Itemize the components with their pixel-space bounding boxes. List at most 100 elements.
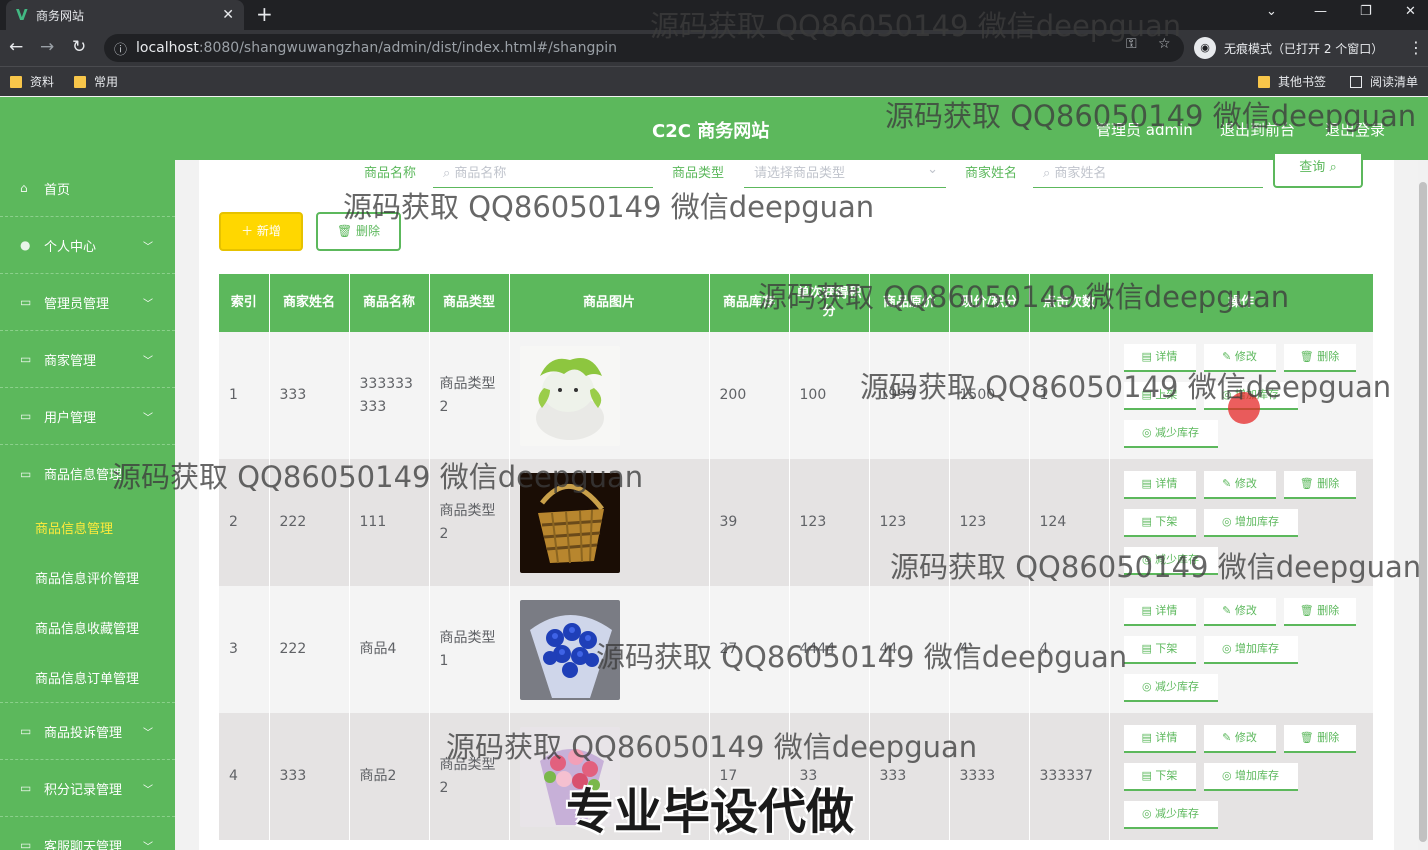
sidebar-item-sellers[interactable]: ▭ 商家管理 ﹀ [0, 331, 175, 388]
detail-button[interactable]: ▤ 详情 [1123, 343, 1196, 372]
cell-seller: 222 [269, 586, 350, 713]
increase-stock-button[interactable]: ◎ 增加库存 [1203, 508, 1298, 537]
sidebar-item-personal[interactable]: ● 个人中心 ﹀ [0, 217, 175, 274]
delete-button[interactable]: 🗑 删除 [1283, 343, 1356, 372]
menu-icon: ▭ [20, 295, 32, 309]
page-scrollbar[interactable] [1418, 160, 1428, 850]
product-image [519, 599, 620, 700]
table-row[interactable]: 3 222 商品4 商品类型1 27 4444 44 4 4 ▤ 详情 ✎ 修改 🗑 删除 ▤ 下架 ◎ … [219, 586, 1374, 713]
bookmark-folder-ziliao[interactable]: 资料 [10, 73, 54, 90]
submenu-product-info[interactable]: 商品信息管理 [0, 502, 175, 552]
edit-button[interactable]: ✎ 修改 [1203, 470, 1276, 499]
cell-type: 商品类型2 [429, 332, 510, 459]
search-seller-input[interactable]: ⌕ 商家姓名 [1033, 160, 1263, 188]
close-tab-icon[interactable]: ✕ [222, 7, 234, 23]
sidebar-item-users[interactable]: ▭ 用户管理 ﹀ [0, 388, 175, 445]
detail-button[interactable]: ▤ 详情 [1123, 470, 1196, 499]
cell-orig-price: 44 [869, 586, 950, 713]
col-type[interactable]: 商品类型 [429, 274, 510, 332]
col-image[interactable]: 商品图片 [509, 274, 710, 332]
edit-button[interactable]: ✎ 修改 [1203, 597, 1276, 626]
query-button[interactable]: 查询 ⌕ [1273, 154, 1363, 188]
reading-list[interactable]: 阅读清单 [1350, 73, 1418, 90]
cell-price: 3333 [949, 713, 1030, 840]
search-type-select[interactable]: 请选择商品类型 ⌄ [744, 160, 946, 188]
site-info-icon[interactable]: ⓘ [114, 39, 136, 58]
search-name-label: 商品名称 [364, 166, 417, 181]
toggle-listing-button[interactable]: ▤ 下架 [1123, 762, 1196, 791]
edit-button[interactable]: ✎ 修改 [1203, 724, 1276, 753]
batch-delete-button[interactable]: 🗑 删除 [316, 212, 401, 251]
detail-button[interactable]: ▤ 详情 [1123, 597, 1196, 626]
delete-button[interactable]: 🗑 删除 [1283, 597, 1356, 626]
sidebar-item-complaints[interactable]: ▭ 商品投诉管理 ﹀ [0, 703, 175, 760]
col-stock[interactable]: 商品库存 [709, 274, 790, 332]
cell-price: 1500 [949, 332, 1030, 459]
menu-icon: ▭ [20, 352, 32, 366]
submenu-product-reviews[interactable]: 商品信息评价管理 [0, 552, 175, 602]
col-seller[interactable]: 商家姓名 [269, 274, 350, 332]
forward-icon[interactable]: → [40, 37, 54, 57]
col-name[interactable]: 商品名称 [349, 274, 430, 332]
col-actions: 操作 [1109, 274, 1374, 332]
decrease-stock-button[interactable]: ◎ 减少库存 [1123, 800, 1218, 829]
edit-button[interactable]: ✎ 修改 [1203, 343, 1276, 372]
restore-icon[interactable]: ❐ [1360, 4, 1372, 19]
folder-icon [10, 75, 22, 88]
col-orig-price[interactable]: 商品原价 [869, 274, 950, 332]
exit-to-front-link[interactable]: 退出到前台 [1220, 119, 1295, 140]
url-bar[interactable]: ⓘ localhost:8080/shangwuwangzhan/admin/d… [104, 34, 1184, 62]
cell-image [509, 459, 710, 586]
toggle-listing-button[interactable]: ▤ 下架 [1123, 508, 1196, 537]
incognito-indicator[interactable]: ◉ 无痕模式（已打开 2 个窗口） [1194, 34, 1383, 62]
increase-stock-button[interactable]: ◎ 增加库存 [1203, 762, 1298, 791]
search-name-input[interactable]: ⌕ 商品名称 [433, 160, 653, 188]
decrease-stock-button[interactable]: ◎ 减少库存 [1123, 419, 1218, 448]
key-icon[interactable]: ⚿ [1126, 36, 1137, 52]
sidebar-item-products[interactable]: ▭ 商品信息管理 [0, 445, 175, 502]
delete-button[interactable]: 🗑 删除 [1283, 724, 1356, 753]
col-index[interactable]: 索引 [219, 274, 270, 332]
table-row[interactable]: 2 222 111 商品类型2 39 123 123 123 124 ▤ 详情 ✎ 修改 🗑 删除 ▤ … [219, 459, 1374, 586]
table-row[interactable]: 1 333 333333333 商品类型2 200 100 1999 1500 1 ▤ 详情 ✎ 修… [219, 332, 1374, 459]
tab-search-icon[interactable]: ⌄ [1266, 4, 1277, 19]
sidebar-item-label: 商品信息管理 [44, 468, 123, 483]
cell-stock: 27 [709, 586, 790, 713]
detail-button[interactable]: ▤ 详情 [1123, 724, 1196, 753]
toggle-listing-button[interactable]: ▤ 上架 [1123, 381, 1196, 410]
delete-button[interactable]: 🗑 删除 [1283, 470, 1356, 499]
browser-menu-icon[interactable]: ⋮ [1408, 38, 1424, 57]
sidebar-item-points[interactable]: ▭ 积分记录管理 ﹀ [0, 760, 175, 817]
sidebar-item-admins[interactable]: ▭ 管理员管理 ﹀ [0, 274, 175, 331]
chevron-down-icon: ﹀ [143, 841, 153, 850]
bookmark-star-icon[interactable]: ☆ [1158, 36, 1171, 52]
other-bookmarks[interactable]: 其他书签 [1258, 73, 1326, 90]
reload-icon[interactable]: ↻ [72, 37, 86, 57]
submenu-product-favorites[interactable]: 商品信息收藏管理 [0, 602, 175, 652]
new-tab-icon[interactable]: + [256, 2, 273, 26]
url-path: :8080/shangwuwangzhan/admin/dist/index.h… [198, 40, 618, 56]
increase-stock-button[interactable]: ◎ 增加库存 [1203, 635, 1298, 664]
minimize-icon[interactable]: — [1314, 4, 1327, 19]
sidebar-item-chat[interactable]: ▭ 客服聊天管理 ﹀ [0, 817, 175, 850]
close-window-icon[interactable]: ✕ [1405, 4, 1416, 19]
browser-tab[interactable]: V 商务网站 ✕ [6, 0, 244, 30]
toggle-listing-button[interactable]: ▤ 下架 [1123, 635, 1196, 664]
sidebar-item-home[interactable]: ⌂ 首页 [0, 160, 175, 217]
col-clicks[interactable]: 点击次数 [1029, 274, 1110, 332]
bookmark-folder-changyong[interactable]: 常用 [74, 73, 118, 90]
address-toolbar: ← → ↻ ⓘ localhost:8080/shangwuwangzhan/a… [0, 30, 1428, 66]
decrease-stock-button[interactable]: ◎ 减少库存 [1123, 673, 1218, 702]
back-icon[interactable]: ← [9, 37, 23, 57]
cell-points: 123 [789, 459, 870, 586]
logout-link[interactable]: 退出登录 [1325, 119, 1385, 140]
scrollbar-thumb[interactable] [1419, 182, 1427, 842]
user-icon: ● [20, 238, 31, 252]
col-price[interactable]: 现价/积分 [949, 274, 1030, 332]
folder-icon [74, 75, 86, 88]
submenu-product-orders[interactable]: 商品信息订单管理 [0, 652, 175, 702]
col-points[interactable]: 单次获得积分 [789, 274, 870, 332]
cell-image [509, 332, 710, 459]
decrease-stock-button[interactable]: ◎ 减少库存 [1123, 546, 1218, 575]
add-button[interactable]: ＋ 新增 [219, 212, 303, 251]
